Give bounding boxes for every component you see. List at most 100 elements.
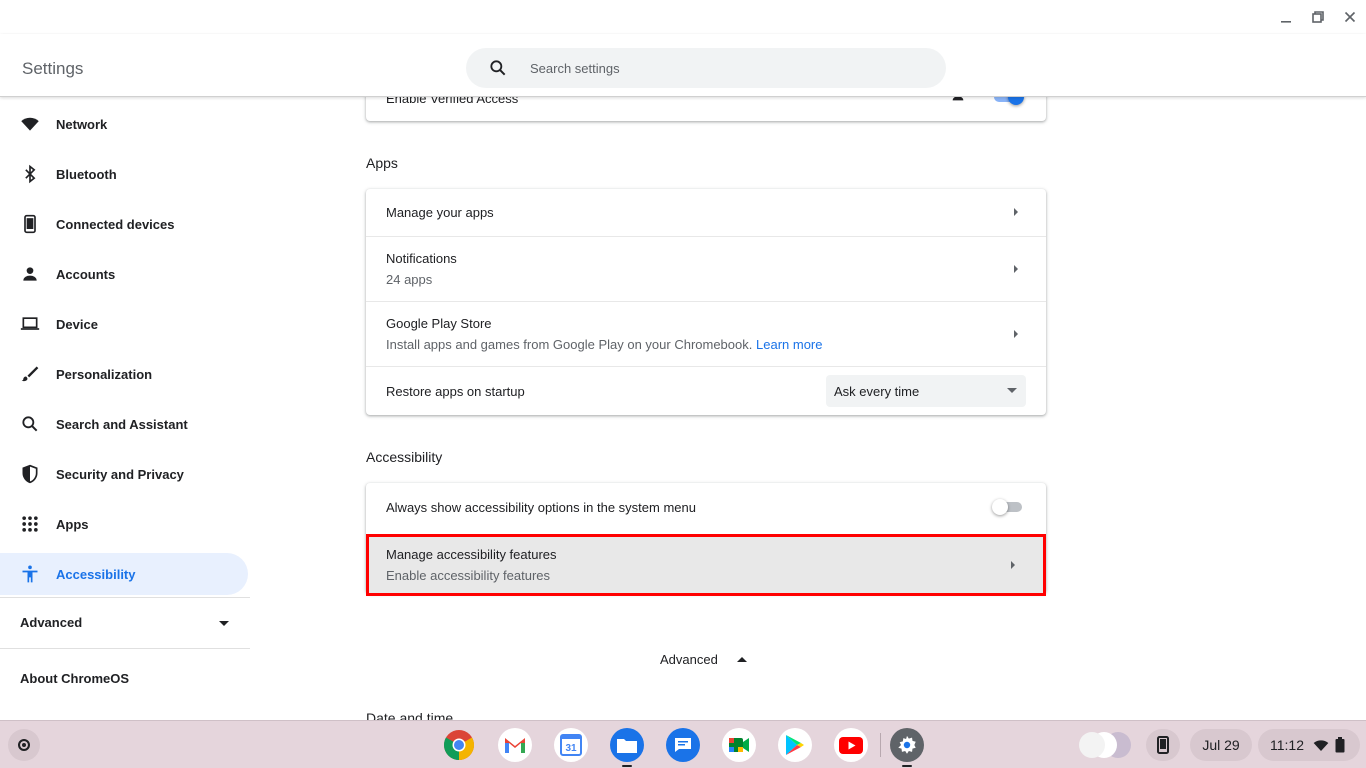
sidebar-item-apps[interactable]: Apps bbox=[0, 503, 248, 545]
sidebar-item-network[interactable]: Network bbox=[0, 103, 248, 145]
sidebar-item-label: Connected devices bbox=[56, 216, 175, 232]
wifi-icon bbox=[20, 114, 40, 134]
sidebar-item-label: Network bbox=[56, 116, 108, 132]
settings-app-icon[interactable] bbox=[890, 728, 924, 762]
launcher-icon bbox=[18, 739, 30, 751]
settings-header: Settings bbox=[0, 34, 1366, 97]
chevron-right-icon bbox=[1014, 208, 1018, 216]
system-tray-button[interactable]: 11:12 bbox=[1258, 729, 1360, 761]
window-titlebar bbox=[0, 0, 1366, 34]
restore-apps-select-value: Ask every time bbox=[834, 383, 920, 399]
sidebar-item-accounts[interactable]: Accounts bbox=[0, 253, 248, 295]
sidebar-item-about[interactable]: About ChromeOS bbox=[20, 671, 129, 686]
learn-more-link[interactable]: Learn more bbox=[756, 337, 822, 352]
calendar-day-text: 31 bbox=[565, 743, 577, 754]
google-play-store-description: Install apps and games from Google Play … bbox=[386, 337, 753, 352]
manage-accessibility-features-row[interactable]: Manage accessibility features Enable acc… bbox=[366, 534, 1046, 596]
sidebar-advanced-toggle[interactable]: Advanced bbox=[20, 615, 82, 630]
notifications-count: 24 apps bbox=[386, 272, 433, 287]
youtube-app-icon[interactable] bbox=[834, 728, 868, 762]
play-store-app-icon[interactable] bbox=[778, 728, 812, 762]
sidebar-item-security-and-privacy[interactable]: Security and Privacy bbox=[0, 453, 248, 495]
restore-icon bbox=[1312, 11, 1324, 23]
chevron-right-icon bbox=[1014, 330, 1018, 338]
laptop-icon bbox=[20, 314, 40, 334]
search-icon bbox=[490, 60, 506, 76]
verified-access-toggle[interactable] bbox=[992, 97, 1024, 105]
notifications-label: Notifications bbox=[386, 251, 457, 266]
calendar-app-icon[interactable]: 31 bbox=[554, 728, 588, 762]
account-avatar[interactable] bbox=[1068, 729, 1138, 761]
launcher-button[interactable] bbox=[8, 729, 40, 761]
meet-app-icon[interactable] bbox=[722, 728, 756, 762]
shelf-divider bbox=[880, 733, 881, 757]
close-button[interactable] bbox=[1339, 6, 1361, 28]
manage-accessibility-features-label: Manage accessibility features bbox=[386, 547, 557, 562]
managed-policy-icon bbox=[952, 97, 964, 101]
manage-apps-row[interactable]: Manage your apps bbox=[366, 189, 1046, 236]
wifi-icon bbox=[1313, 740, 1329, 751]
sidebar-item-bluetooth[interactable]: Bluetooth bbox=[0, 153, 248, 195]
battery-icon bbox=[1335, 737, 1345, 753]
search-icon bbox=[20, 414, 40, 434]
apps-section-title: Apps bbox=[366, 155, 398, 171]
phone-icon bbox=[20, 214, 40, 234]
notifications-row[interactable]: Notifications 24 apps bbox=[366, 237, 1046, 301]
sidebar-item-label: Bluetooth bbox=[56, 166, 117, 182]
phone-icon bbox=[1157, 736, 1169, 754]
sidebar-item-connected-devices[interactable]: Connected devices bbox=[0, 203, 248, 245]
minimize-icon bbox=[1281, 21, 1291, 23]
manage-accessibility-features-sub: Enable accessibility features bbox=[386, 568, 551, 583]
running-indicator bbox=[622, 765, 632, 767]
accessibility-icon bbox=[20, 564, 40, 584]
google-play-store-row[interactable]: Google Play Store Install apps and games… bbox=[366, 302, 1046, 366]
sidebar-item-personalization[interactable]: Personalization bbox=[0, 353, 248, 395]
brush-icon bbox=[20, 364, 40, 384]
gmail-app-icon[interactable] bbox=[498, 728, 532, 762]
always-show-accessibility-row[interactable]: Always show accessibility options in the… bbox=[366, 483, 1046, 531]
search-box[interactable] bbox=[466, 48, 946, 88]
chevron-right-icon bbox=[1014, 265, 1018, 273]
verified-access-card: Enable Verified Access bbox=[366, 97, 1046, 121]
sidebar-item-accessibility[interactable]: Accessibility bbox=[0, 553, 248, 595]
verified-access-label: Enable Verified Access bbox=[386, 97, 519, 106]
minimize-button[interactable] bbox=[1275, 6, 1297, 28]
phone-hub-button[interactable] bbox=[1146, 729, 1180, 761]
sidebar-item-label: Accessibility bbox=[56, 566, 136, 582]
sidebar-item-label: Search and Assistant bbox=[56, 416, 188, 432]
sidebar: Network Bluetooth Connected devices Acco… bbox=[0, 97, 250, 720]
chrome-app-icon[interactable] bbox=[442, 728, 476, 762]
restore-apps-row: Restore apps on startup Ask every time bbox=[366, 367, 1046, 415]
always-show-accessibility-label: Always show accessibility options in the… bbox=[386, 499, 696, 515]
chevron-up-icon bbox=[737, 657, 747, 662]
sidebar-divider bbox=[0, 648, 250, 649]
always-show-accessibility-toggle[interactable] bbox=[992, 499, 1024, 515]
files-app-icon[interactable] bbox=[610, 728, 644, 762]
time-text: 11:12 bbox=[1270, 737, 1304, 753]
restore-apps-select[interactable]: Ask every time bbox=[826, 375, 1026, 407]
manage-apps-label: Manage your apps bbox=[386, 205, 494, 220]
sidebar-item-label: Accounts bbox=[56, 266, 116, 282]
bluetooth-icon bbox=[20, 164, 40, 184]
google-play-store-label: Google Play Store bbox=[386, 316, 492, 331]
sidebar-item-device[interactable]: Device bbox=[0, 303, 248, 345]
maximize-button[interactable] bbox=[1307, 6, 1329, 28]
sidebar-item-search-and-assistant[interactable]: Search and Assistant bbox=[0, 403, 248, 445]
running-indicator bbox=[902, 765, 912, 767]
sidebar-divider bbox=[0, 597, 250, 598]
person-icon bbox=[20, 264, 40, 284]
date-tray-button[interactable]: Jul 29 bbox=[1190, 729, 1252, 761]
sidebar-item-label: Apps bbox=[56, 516, 89, 532]
sidebar-item-label: Security and Privacy bbox=[56, 466, 184, 482]
accessibility-section-title: Accessibility bbox=[366, 449, 443, 465]
date-and-time-section-title: Date and time bbox=[366, 710, 454, 720]
apps-card: Manage your apps Notifications 24 apps G… bbox=[366, 189, 1046, 415]
date-text: Jul 29 bbox=[1202, 737, 1240, 753]
search-input[interactable] bbox=[530, 60, 910, 76]
page-title: Settings bbox=[22, 59, 84, 78]
close-icon bbox=[1344, 11, 1356, 23]
dropdown-caret-icon bbox=[1007, 388, 1017, 393]
main-content: Enable Verified Access Apps Manage your … bbox=[250, 97, 1366, 720]
advanced-toggle-button[interactable]: Advanced bbox=[660, 652, 718, 667]
messages-app-icon[interactable] bbox=[666, 728, 700, 762]
